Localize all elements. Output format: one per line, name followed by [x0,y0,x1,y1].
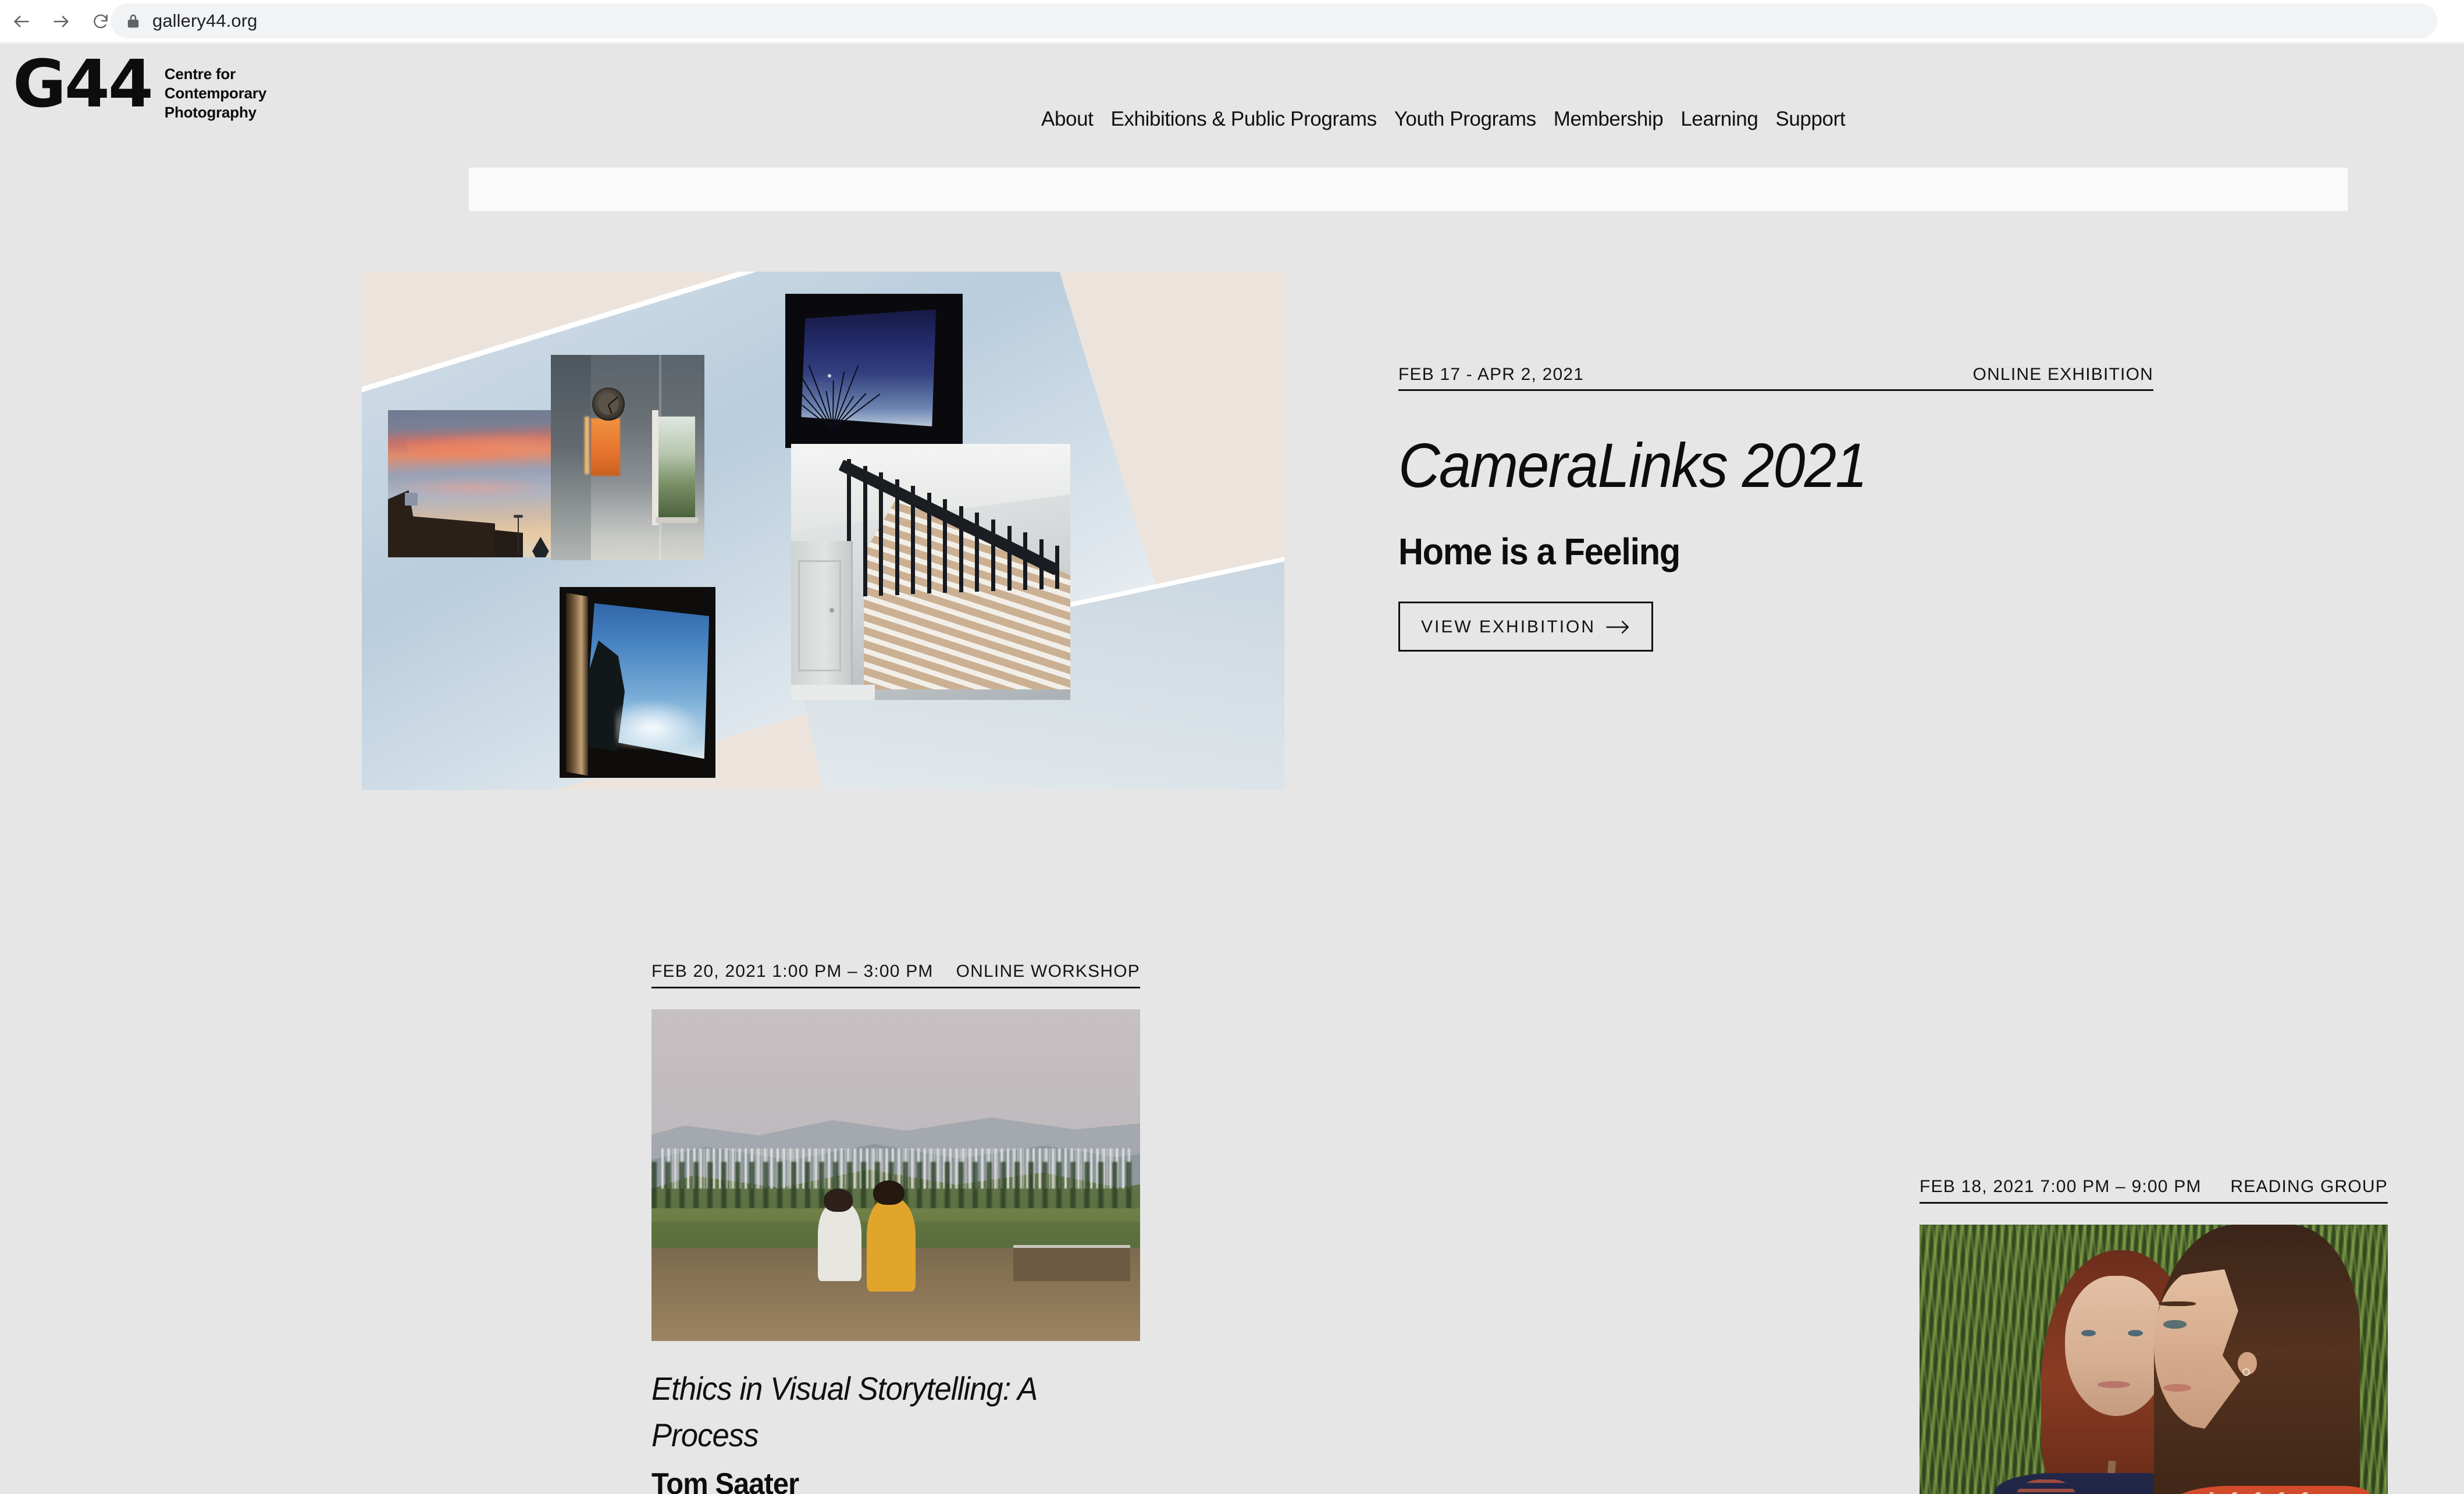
banner-strip [469,168,2348,211]
reading-group-category: READING GROUP [2230,1177,2388,1196]
exhibition-date: FEB 17 - APR 2, 2021 [1398,365,1584,384]
workshop-image[interactable] [651,1009,1140,1341]
logo-subtitle-line-1: Centre for [164,65,236,83]
arrow-right-icon [1606,620,1630,635]
nav-item-youth[interactable]: Youth Programs [1394,108,1536,131]
page-content: G44 Centre for Contemporary Photography … [0,44,2464,1494]
workshop-title: Ethics in Visual Storytelling: A Process [651,1370,1037,1453]
nav-item-support[interactable]: Support [1775,108,1845,131]
nav-item-exhibitions[interactable]: Exhibitions & Public Programs [1110,108,1377,131]
logo-subtitle: Centre for Contemporary Photography [165,65,266,122]
reading-group-event-card[interactable]: FEB 18, 2021 7:00 PM – 9:00 PM READING G… [1920,1177,2388,1494]
workshop-event-card[interactable]: FEB 20, 2021 1:00 PM – 3:00 PM ONLINE WO… [651,962,1140,1494]
logo-subtitle-line-3: Photography [164,104,257,121]
back-button[interactable] [3,3,40,40]
view-exhibition-label: VIEW EXHIBITION [1421,617,1596,636]
forward-arrow-icon [51,12,71,31]
address-bar[interactable]: gallery44.org [111,3,2437,38]
forward-button[interactable] [43,3,79,40]
reload-icon [91,12,110,31]
nav-item-about[interactable]: About [1041,108,1094,131]
exhibition-subtitle: Home is a Feeling [1398,531,1680,572]
nav-item-membership[interactable]: Membership [1554,108,1664,131]
lock-icon [127,13,140,29]
collage-photo-night-window [785,294,963,448]
workshop-meta: FEB 20, 2021 1:00 PM – 3:00 PM ONLINE WO… [651,962,1140,988]
exhibition-category: ONLINE EXHIBITION [1972,365,2153,384]
site-logo[interactable]: G44 Centre for Contemporary Photography [13,47,266,122]
collage-photo-skylight [560,587,715,778]
collage-photo-interior-clock [551,355,704,560]
site-header: G44 Centre for Contemporary Photography … [0,44,2464,130]
reading-group-date: FEB 18, 2021 7:00 PM – 9:00 PM [1920,1177,2202,1196]
exhibition-meta: FEB 17 - APR 2, 2021 ONLINE EXHIBITION [1398,365,2153,391]
view-exhibition-button[interactable]: VIEW EXHIBITION [1398,602,1654,652]
workshop-category: ONLINE WORKSHOP [956,962,1140,981]
hero-collage-image[interactable] [362,272,1284,790]
collage-photo-sunset [388,410,573,557]
main-navigation: About Exhibitions & Public Programs Yout… [1041,108,1846,131]
reading-group-meta: FEB 18, 2021 7:00 PM – 9:00 PM READING G… [1920,1177,2388,1204]
nav-item-learning[interactable]: Learning [1680,108,1758,131]
exhibition-title: CameraLinks 2021 [1398,430,1867,500]
workshop-artist: Tom Saater [651,1467,799,1494]
workshop-date: FEB 20, 2021 1:00 PM – 3:00 PM [651,962,934,981]
exhibition-feature: FEB 17 - APR 2, 2021 ONLINE EXHIBITION C… [1398,365,2153,652]
url-text: gallery44.org [152,10,258,31]
logo-wordmark: G44 [13,47,154,122]
back-arrow-icon [12,12,31,31]
logo-subtitle-line-2: Contemporary [164,84,267,102]
collage-photo-staircase [791,444,1070,700]
browser-chrome: gallery44.org [0,0,2464,43]
reading-group-image[interactable] [1920,1225,2388,1494]
